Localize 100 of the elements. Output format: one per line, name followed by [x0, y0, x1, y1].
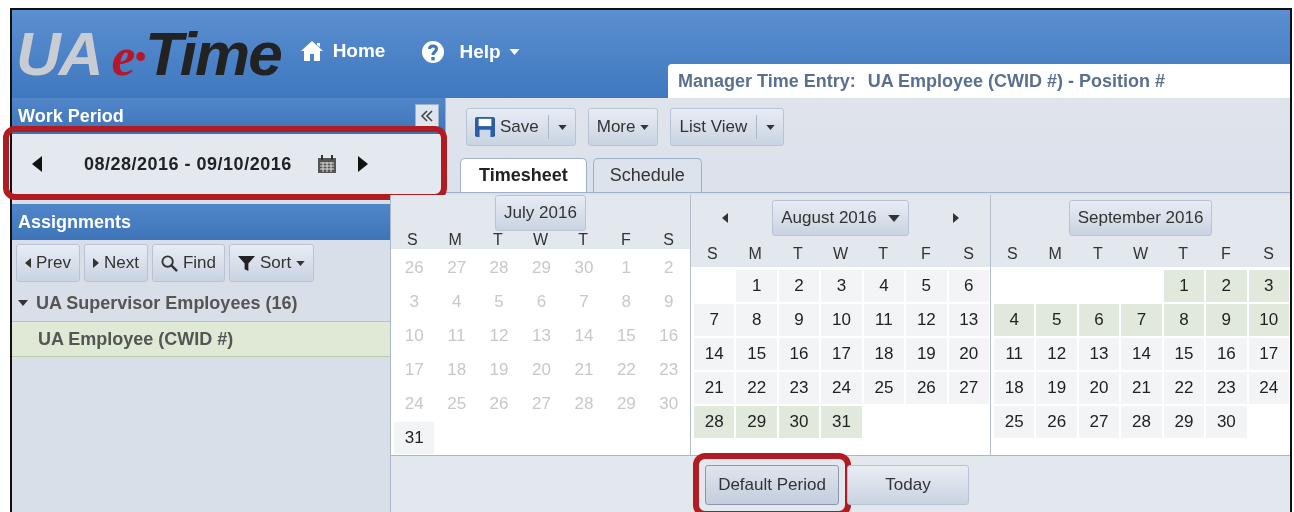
employee-position: UA Employee (CWID #) - Position #	[867, 70, 1166, 92]
calendar-day[interactable]: 11	[863, 304, 905, 336]
calendar-day[interactable]: 20	[1078, 372, 1120, 404]
calendar-day[interactable]: 26	[1036, 406, 1077, 438]
tab[interactable]: Timesheet	[460, 158, 587, 192]
left-arrow-icon	[32, 156, 42, 172]
weekday-label: M	[747, 245, 763, 263]
calendar-day[interactable]: 28	[1121, 406, 1162, 438]
calendar-day[interactable]: 5	[1036, 304, 1077, 336]
calendar-day[interactable]: 28	[694, 406, 735, 438]
filter-icon	[238, 254, 255, 272]
calendar-day[interactable]: 2	[1206, 270, 1247, 302]
calendar-day[interactable]: 3	[1248, 270, 1289, 302]
calendar-day[interactable]: 23	[778, 372, 820, 404]
calendar-day[interactable]: 18	[994, 372, 1035, 404]
calendar-day[interactable]: 27	[1078, 406, 1120, 438]
calendar-day[interactable]: 23	[1206, 372, 1247, 404]
month-button[interactable]: August 2016	[772, 200, 909, 236]
calendar-day[interactable]: 6	[948, 270, 989, 302]
calendar-day[interactable]: 25	[994, 406, 1035, 438]
calendar-day[interactable]: 24	[821, 372, 862, 404]
calendar-day[interactable]: 18	[863, 338, 905, 370]
caret-icon	[766, 124, 776, 130]
toolbar-button[interactable]: More	[587, 108, 659, 146]
page-title: Manager Time Entry:	[678, 70, 856, 92]
calendar-day[interactable]: 15	[1163, 338, 1205, 370]
calendar-day[interactable]: 25	[863, 372, 905, 404]
calendar-day[interactable]: 30	[778, 406, 820, 438]
calendar-day[interactable]: 27	[948, 372, 989, 404]
search-icon	[160, 254, 178, 272]
calendar-day[interactable]: 20	[948, 338, 989, 370]
calendar-day[interactable]: 29	[1163, 406, 1205, 438]
caret-icon	[296, 260, 306, 266]
calendar-day[interactable]: 8	[736, 304, 777, 336]
toolbar-button[interactable]: Find	[151, 244, 225, 282]
calendar-day[interactable]: 14	[694, 338, 735, 370]
weekday-label: W	[531, 231, 550, 249]
collapse-button[interactable]	[415, 104, 439, 128]
calendar-day[interactable]: 13	[948, 304, 989, 336]
weekday-label: S	[406, 231, 419, 249]
toolbar-button[interactable]: Sort	[229, 244, 315, 282]
calendar-day[interactable]: 17	[1248, 338, 1289, 370]
footer-button[interactable]: Today	[847, 465, 969, 505]
calendar-day[interactable]: 24	[1248, 372, 1289, 404]
calendar-day[interactable]: 12	[1036, 338, 1077, 370]
calendar-day[interactable]: 9	[778, 304, 820, 336]
calendar-day[interactable]: 13	[1078, 338, 1120, 370]
weekday-label: S	[1006, 245, 1019, 263]
caret-icon	[508, 49, 520, 55]
tab[interactable]: Schedule	[592, 158, 702, 192]
calendar-day[interactable]: 9	[1206, 304, 1247, 336]
left-arrow-icon	[25, 258, 31, 268]
calendar-day[interactable]: 12	[906, 304, 947, 336]
calendar-day[interactable]: 19	[1036, 372, 1077, 404]
weekday-label: W	[831, 245, 850, 263]
weekday-label: T	[1177, 245, 1190, 263]
calendar-day[interactable]: 15	[736, 338, 777, 370]
logo-text: e·	[111, 26, 146, 88]
calendar-day[interactable]: 1	[1163, 270, 1205, 302]
calendar-day[interactable]: 17	[821, 338, 862, 370]
calendar-day[interactable]: 4	[994, 304, 1035, 336]
weekday-label: T	[491, 231, 504, 249]
calendar-day[interactable]: 3	[821, 270, 862, 302]
toolbar-button[interactable]: List View	[670, 108, 785, 146]
calendar-day[interactable]: 14	[1121, 338, 1162, 370]
calendar-day[interactable]: 7	[1121, 304, 1162, 336]
calendar-day[interactable]: 31	[394, 422, 435, 454]
calendar-day[interactable]: 10	[821, 304, 862, 336]
calendar-day[interactable]: 8	[1163, 304, 1205, 336]
footer-button[interactable]: Default Period	[705, 465, 839, 505]
calendar-day[interactable]: 2	[778, 270, 820, 302]
calendar-day[interactable]: 16	[1206, 338, 1247, 370]
calendar-day[interactable]: 31	[821, 406, 862, 438]
weekday-label: W	[1131, 245, 1150, 263]
calendar-day[interactable]: 1	[736, 270, 777, 302]
calendar-day[interactable]: 19	[906, 338, 947, 370]
calendar-day[interactable]: 7	[694, 304, 735, 336]
calendar-day[interactable]: 10	[1248, 304, 1289, 336]
calendar-day[interactable]: 22	[736, 372, 777, 404]
calendar-day[interactable]: 16	[778, 338, 820, 370]
calendar-day[interactable]: 5	[906, 270, 947, 302]
toolbar-button[interactable]: Next	[83, 244, 148, 282]
nav-link[interactable]: Help	[459, 41, 520, 63]
month-button[interactable]: September 2016	[1068, 200, 1213, 236]
calendar-day[interactable]: 21	[1121, 372, 1162, 404]
toolbar-button[interactable]: Prev	[16, 244, 80, 282]
calendar-day[interactable]: 21	[694, 372, 735, 404]
calendar-day[interactable]: 29	[736, 406, 777, 438]
calendar-day[interactable]: 30	[1206, 406, 1247, 438]
weekday-label: T	[577, 231, 590, 249]
calendar-day[interactable]: 22	[1163, 372, 1205, 404]
caret-icon	[887, 214, 900, 222]
calendar-day[interactable]: 6	[1078, 304, 1120, 336]
calendar-day[interactable]: 4	[863, 270, 905, 302]
calendar-day[interactable]: 11	[994, 338, 1035, 370]
toolbar-button[interactable]: Save	[466, 108, 576, 146]
expander-icon[interactable]	[18, 298, 28, 308]
nav-link[interactable]: Home	[332, 40, 386, 62]
month-button[interactable]: July 2016	[495, 195, 586, 231]
calendar-day[interactable]: 26	[906, 372, 947, 404]
